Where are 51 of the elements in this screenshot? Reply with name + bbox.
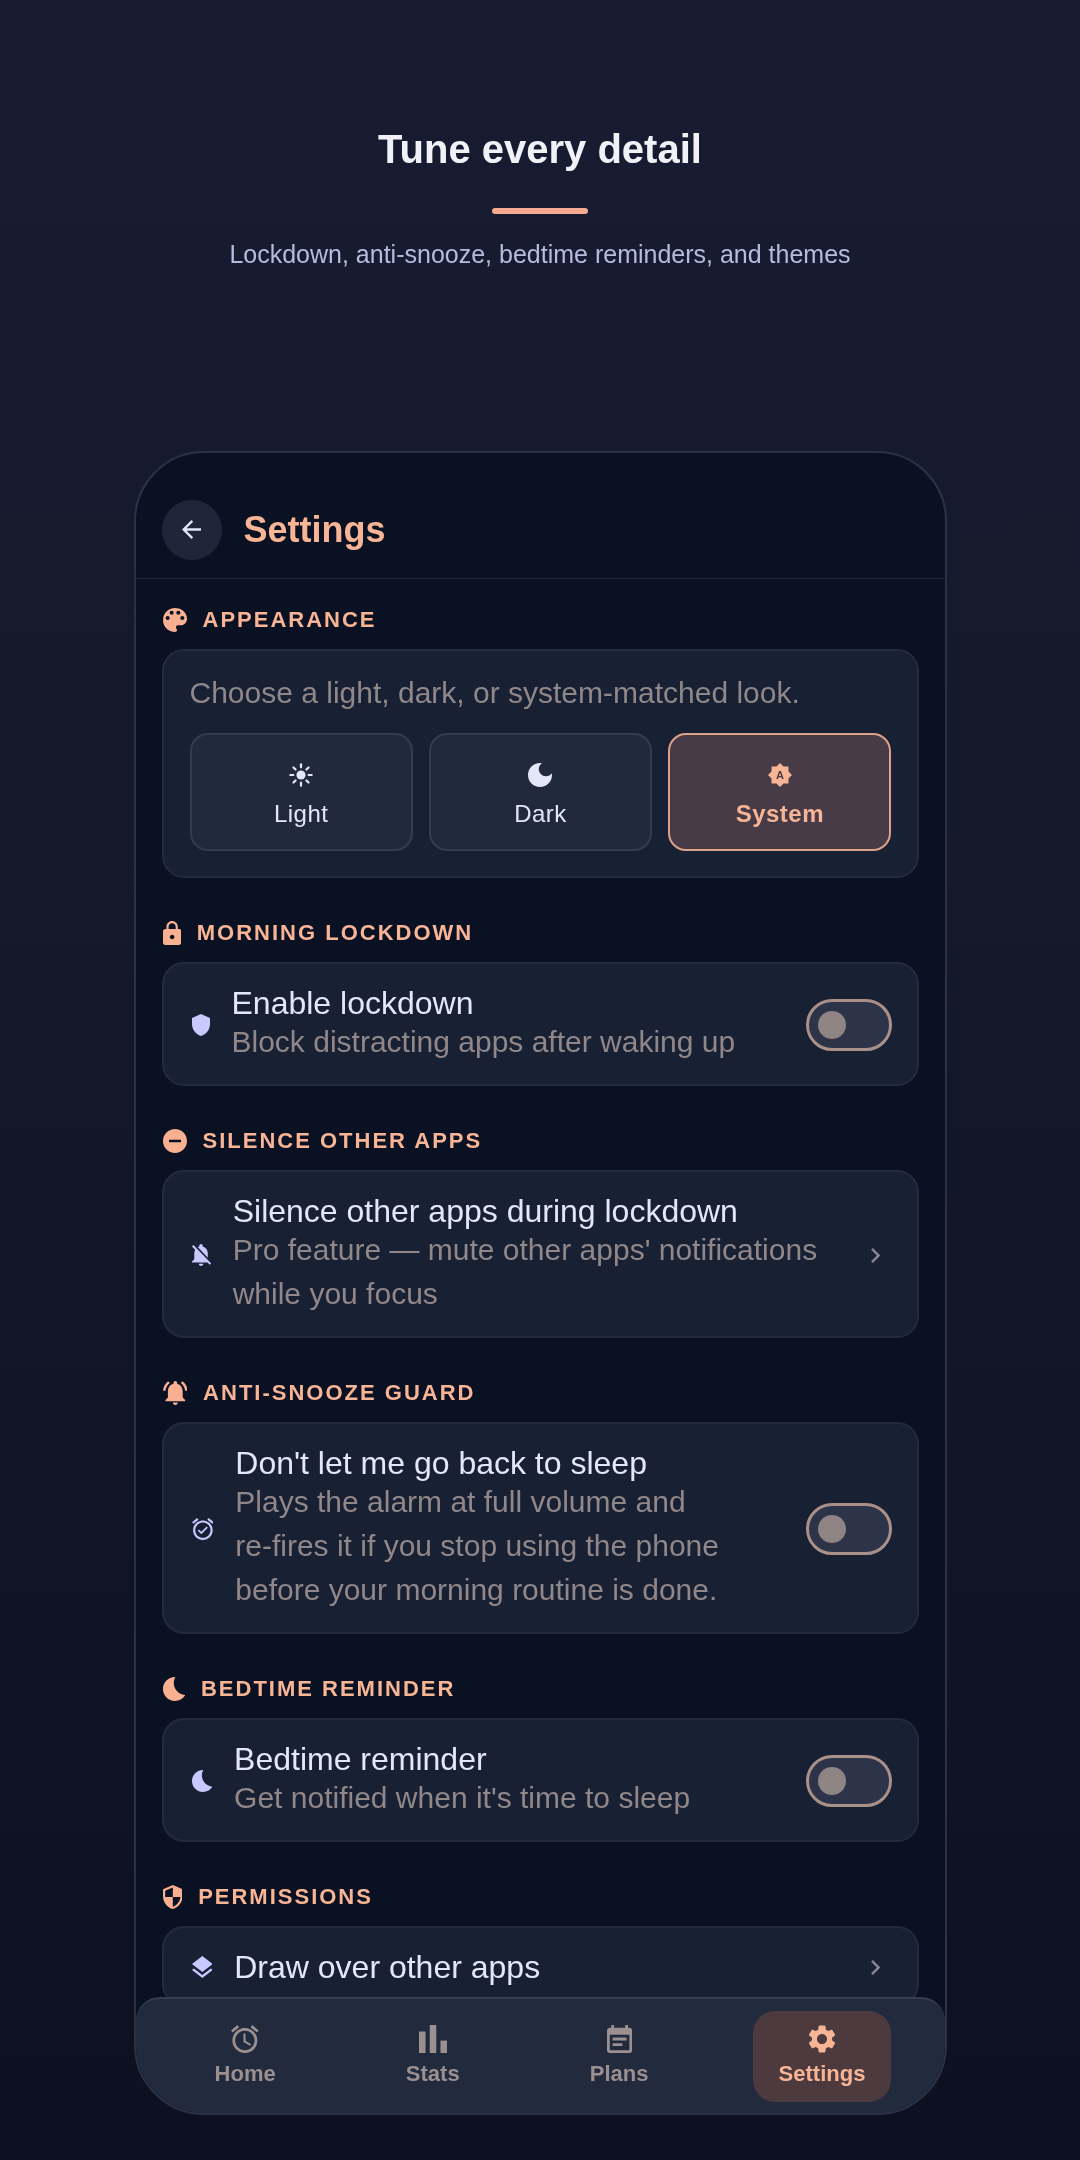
section-header: APPEARANCE <box>202 606 377 634</box>
calendar-icon <box>606 2024 632 2053</box>
nav-tab[interactable]: Home <box>188 2010 302 2102</box>
nav-tab[interactable]: Settings <box>752 2010 892 2102</box>
toggle-switch[interactable] <box>805 1503 892 1555</box>
theme-option[interactable]: Dark <box>428 733 653 851</box>
muted-bell-icon <box>191 1244 211 1266</box>
ringing-bell-icon <box>162 1381 188 1405</box>
settings-card[interactable]: Silence other apps during lockdown Pro feature — mute other apps' notifications while you focus <box>161 1170 919 1338</box>
palette-icon <box>162 608 187 632</box>
section-header: PERMISSIONS <box>198 1883 373 1911</box>
moon-icon <box>528 763 553 787</box>
shield-icon <box>191 1014 210 1036</box>
nav-tab[interactable]: Plans <box>563 2010 675 2102</box>
back-arrow-icon <box>182 520 201 539</box>
card-description: Choose a light, dark, or system-matched look. <box>189 675 801 711</box>
section-header: SILENCE OTHER APPS <box>202 1127 483 1155</box>
screen-title: Settings <box>243 507 386 552</box>
chevron-right-icon <box>871 1247 881 1263</box>
setting-title: Enable lockdown <box>231 986 475 1020</box>
sun-icon <box>289 763 314 787</box>
setting-description: Block distracting apps after waking up <box>231 1024 737 1060</box>
layers-icon <box>191 1956 213 1978</box>
alarm-clock-icon <box>231 2024 259 2053</box>
setting-title: Silence other apps during lockdown <box>232 1194 739 1228</box>
alarm-clock-check-icon <box>191 1518 214 1540</box>
nav-tab[interactable]: Stats <box>379 2010 486 2102</box>
setting-title: Bedtime reminder <box>234 1742 488 1776</box>
section-header: ANTI-SNOOZE GUARD <box>203 1379 476 1407</box>
setting-description: Get notified when it's time to sleep <box>234 1780 692 1816</box>
theme-option[interactable]: Light <box>189 733 413 851</box>
crescent-moon-icon <box>162 1677 185 1701</box>
crescent-moon-icon <box>191 1770 213 1792</box>
setting-description: Plays the alarm at full volume and re-fires it if you stop using the phone before your morning routine is done. <box>235 1484 720 1608</box>
half-shield-icon <box>162 1885 183 1909</box>
setting-description: Pro feature — mute other apps' notifications while you focus <box>232 1232 819 1312</box>
section-header: MORNING LOCKDOWN <box>196 919 474 947</box>
toggle-switch[interactable] <box>805 1755 892 1807</box>
bar-chart-icon <box>418 2024 447 2053</box>
settings-card[interactable]: Draw over other apps <box>161 1926 919 1997</box>
page-subtitle: Lockdown, anti-snooze, bedtime reminders, and themes <box>229 239 851 270</box>
settings-icon <box>809 2024 835 2053</box>
lock-icon <box>162 921 181 945</box>
theme-option[interactable]: A System <box>668 733 892 851</box>
auto-mode-icon: A <box>767 763 792 787</box>
page-title: Tune every detail <box>378 126 702 173</box>
toggle-switch[interactable] <box>805 999 892 1051</box>
setting-title: Draw over other apps <box>234 1950 542 1984</box>
section-header: BEDTIME REMINDER <box>200 1675 456 1703</box>
setting-title: Don't let me go back to sleep <box>235 1446 648 1480</box>
chevron-right-icon <box>871 1959 881 1975</box>
